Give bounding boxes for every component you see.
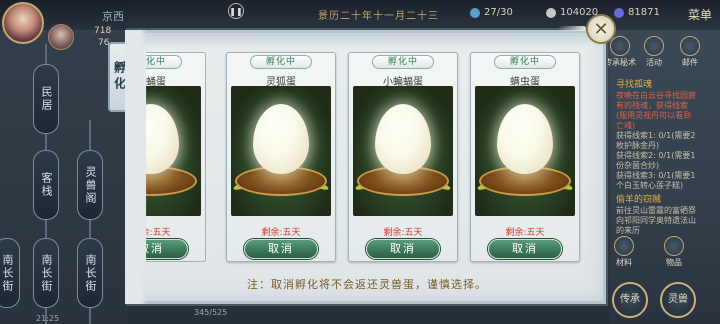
quest-line: (服用灵视丹可以看到 bbox=[616, 111, 692, 120]
pause-icon: ❚❚ bbox=[229, 6, 243, 16]
leaf-decoration bbox=[232, 178, 256, 192]
quest-title: 寻找孤魂 bbox=[616, 80, 653, 90]
energy-resource: 27/30 bbox=[470, 7, 513, 18]
quest-line: 的来历 bbox=[616, 226, 640, 235]
quest-line: 亡魂) bbox=[616, 121, 636, 130]
items-button[interactable]: 物品 bbox=[664, 236, 684, 268]
player-stat-1: 718 bbox=[94, 26, 112, 36]
hatching-status-badge: 孵化中 bbox=[250, 55, 312, 69]
mail-icon bbox=[680, 36, 700, 56]
egg-image bbox=[253, 104, 309, 174]
game-date: 景历二十年十一月二十三 bbox=[318, 11, 439, 22]
nest-image bbox=[235, 166, 327, 196]
remaining-time: 剩余:五天 bbox=[261, 228, 301, 238]
egg-image bbox=[375, 104, 431, 174]
nest-image bbox=[479, 166, 571, 196]
materials-button[interactable]: 材料 bbox=[614, 236, 634, 268]
quest-line: 前往灵山雷霆的富硒祭 bbox=[616, 206, 696, 215]
remaining-time: 剩余:五天 bbox=[383, 228, 423, 238]
nav-item-south-street[interactable]: 南长街 bbox=[77, 238, 103, 308]
quest-tracker[interactable]: 寻找孤魂 夜晚在白云谷寻找园宸 有的残魂，获得线索 (服用灵视丹可以看到 亡魂)… bbox=[616, 80, 718, 236]
quest-line: 个白玉转心莲子糕) bbox=[616, 181, 684, 190]
mail-button[interactable]: 邮件 bbox=[680, 36, 700, 68]
egg-card: 孵化中 灵狐蛋 剩余:五天 取消 bbox=[226, 52, 336, 262]
pause-button[interactable]: ❚❚ bbox=[228, 3, 244, 19]
nav-item-spirit-beast-pavilion[interactable]: 灵兽阁 bbox=[77, 150, 103, 220]
nest-image bbox=[357, 166, 449, 196]
quest-line: 获得线索3: 0/1(需要1 bbox=[616, 171, 696, 180]
leaf-decoration bbox=[354, 178, 378, 192]
egg-card: 孵化中 小蝙蝠蛋 剩余:五天 取消 bbox=[348, 52, 458, 262]
scroll-icon bbox=[610, 36, 630, 56]
gold-value: 81871 bbox=[628, 7, 660, 18]
leaf-decoration bbox=[550, 178, 574, 192]
energy-value: 27/30 bbox=[484, 7, 513, 18]
quest-line: 夜晚在白云谷寻找园宸 bbox=[616, 91, 696, 100]
egg-image bbox=[497, 104, 553, 174]
activity-button[interactable]: 活动 bbox=[644, 36, 664, 68]
nav-item-residence[interactable]: 民居 bbox=[33, 64, 59, 134]
menu-button[interactable]: 菜单 bbox=[688, 6, 712, 23]
silver-coin-icon bbox=[546, 7, 556, 18]
hatching-status-badge: 孵化中 bbox=[372, 55, 434, 69]
cancel-hatch-button[interactable]: 取消 bbox=[366, 239, 440, 259]
hatching-status-badge: 孵化中 bbox=[494, 55, 556, 69]
energy-icon bbox=[470, 7, 480, 18]
quest-line: 获得线索1: 0/1(需要2 bbox=[616, 131, 696, 140]
remaining-time: 剩余:五天 bbox=[505, 228, 545, 238]
nav-item-south-street[interactable]: 南长街 bbox=[33, 238, 59, 308]
silver-resource: 104020 bbox=[546, 7, 598, 18]
gem-icon bbox=[614, 7, 624, 18]
bag-icon bbox=[664, 236, 684, 256]
nav-item-inn[interactable]: 客栈 bbox=[33, 150, 59, 220]
close-icon: ✕ bbox=[593, 18, 609, 40]
quest-line: 向祁阳同学奥特遗法山 bbox=[616, 216, 696, 225]
clock-time: 21:25 bbox=[36, 314, 60, 323]
egg-illustration bbox=[353, 86, 453, 216]
spirit-beast-big-button[interactable]: 灵兽 bbox=[660, 282, 696, 318]
panel-left-edge bbox=[125, 30, 147, 304]
gift-icon bbox=[644, 36, 664, 56]
leaf-decoration bbox=[428, 178, 452, 192]
cancel-hatch-button[interactable]: 取消 bbox=[488, 239, 562, 259]
egg-card: 孵化中 螨虫蛋 剩余:五天 取消 bbox=[470, 52, 580, 262]
egg-illustration bbox=[475, 86, 575, 216]
location-label: 京西 bbox=[102, 10, 124, 23]
cancel-warning-notice: 注：取消孵化将不会返还灵兽蛋，谨慎选择。 bbox=[247, 278, 487, 291]
quest-title-2: 偷羊的窃贼 bbox=[616, 195, 662, 205]
close-button[interactable]: ✕ bbox=[586, 14, 616, 44]
companion-avatar[interactable] bbox=[48, 24, 74, 50]
player-avatar[interactable] bbox=[2, 2, 44, 44]
materials-icon bbox=[614, 236, 634, 256]
capacity-counter: 345/525 bbox=[194, 308, 228, 317]
cancel-hatch-button[interactable]: 取消 bbox=[244, 239, 318, 259]
egg-illustration bbox=[231, 86, 331, 216]
inheritance-big-button[interactable]: 传承 bbox=[612, 282, 648, 318]
close-rail-decoration bbox=[558, 26, 586, 31]
nav-item-south-street[interactable]: 南长街 bbox=[0, 238, 20, 308]
quest-line: 获得线索2: 0/1(需要1 bbox=[616, 151, 696, 160]
gold-resource: 81871 bbox=[614, 7, 660, 18]
quest-line: 份杂菌合炒) bbox=[616, 161, 660, 170]
leaf-decoration bbox=[476, 178, 500, 192]
leaf-decoration bbox=[306, 178, 330, 192]
quest-line: 枚护脉金丹) bbox=[616, 141, 660, 150]
quest-line: 有的残魂，获得线索 bbox=[616, 101, 688, 110]
